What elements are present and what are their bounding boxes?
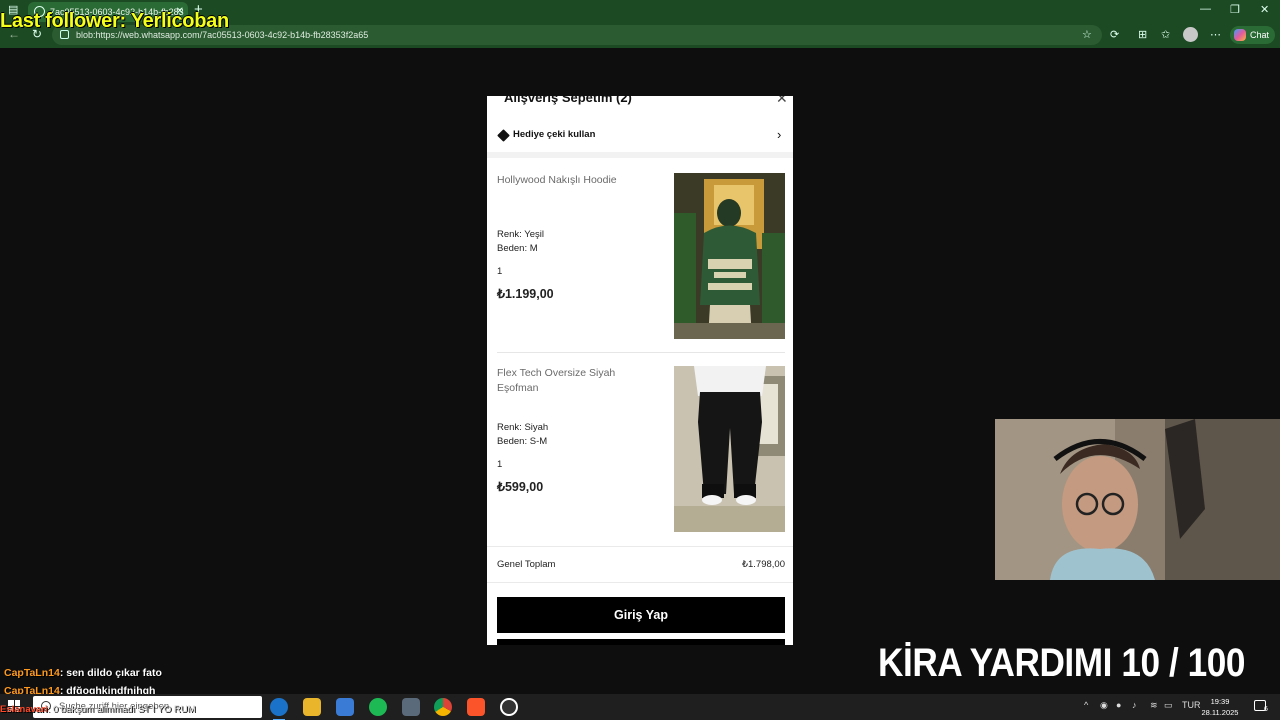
minimize-button[interactable]: — [1200, 3, 1211, 15]
star-icon[interactable]: ☆ [1082, 28, 1092, 41]
product-name[interactable]: Hollywood Nakışlı Hoodie [497, 173, 647, 188]
clock-date: 28.11.2025 [1201, 708, 1239, 717]
product-name[interactable]: Flex Tech Oversize Siyah Eşofman [497, 366, 647, 396]
cart-panel: Alışveriş Sepetim (2) ✕ Hediye çeki kull… [487, 96, 793, 645]
battery-icon[interactable]: ▭ [1164, 700, 1173, 711]
edge-icon[interactable] [270, 698, 288, 720]
close-icon[interactable]: ✕ [776, 96, 788, 107]
product-image-hoodie[interactable] [674, 173, 785, 339]
product-quantity: 1 [497, 459, 503, 470]
gift-card-row[interactable]: Hediye çeki kullan › [487, 122, 793, 152]
brave-icon[interactable] [467, 698, 485, 716]
split-screen-icon[interactable]: ⊞ [1138, 28, 1147, 41]
product-size: Beden: S-M [497, 436, 548, 447]
product-price: ₺599,00 [497, 480, 544, 494]
gift-card-label: Hediye çeki kullan [513, 129, 596, 140]
cart-item: Hollywood Nakışlı Hoodie Renk: Yeşil Bed… [487, 173, 793, 341]
product-size: Beden: M [497, 243, 538, 254]
cart-title: Alışveriş Sepetim (2) [504, 96, 632, 105]
login-button[interactable]: Giriş Yap [497, 597, 785, 633]
product-color: Renk: Siyah [497, 422, 549, 433]
wifi-icon[interactable]: ≋ [1150, 700, 1158, 711]
keyboard-language[interactable]: TUR [1182, 700, 1201, 710]
ticker-username: Eslanavari [0, 704, 48, 715]
rent-support-counter: KİRA YARDIMI 10 / 100 [878, 641, 1246, 685]
product-quantity: 1 [497, 266, 503, 277]
favorites-icon[interactable]: ✩ [1161, 28, 1170, 41]
chevron-right-icon: › [777, 127, 782, 142]
product-price: ₺1.199,00 [497, 287, 554, 301]
chat-username: CapTaLn14 [4, 667, 60, 679]
file-explorer-icon[interactable] [303, 698, 321, 716]
volume-icon[interactable]: ♪ [1132, 700, 1137, 710]
chat-ticker: Eslanavari: 0 bakşum alimmadı ST I YO RU… [0, 704, 196, 715]
last-follower-overlay: Last follower: Yerlicoban [0, 10, 229, 32]
secondary-button[interactable] [497, 639, 785, 645]
microphone-icon[interactable]: ● [1116, 700, 1121, 710]
grand-total-value: ₺1.798,00 [741, 559, 785, 570]
tray-app-icon[interactable]: ◉ [1100, 700, 1108, 711]
store-icon[interactable] [336, 698, 354, 716]
maximize-button[interactable]: ❐ [1230, 3, 1240, 16]
grand-total-label: Genel Toplam [497, 559, 556, 570]
ticker-text: : 0 bakşum alimmadı ST I YO RUM [47, 704, 196, 715]
screen: ▤ 7ac05513-0603-4c92-b14b-fb283 ✕ + — ❐ … [0, 0, 1280, 720]
spotify-icon[interactable] [369, 698, 387, 716]
webcam-overlay [995, 419, 1280, 580]
chevron-up-icon[interactable]: ^ [1084, 700, 1088, 710]
tag-icon [497, 129, 510, 142]
copilot-chat-button[interactable]: Chat [1230, 26, 1276, 44]
product-color: Renk: Yeşil [497, 229, 545, 240]
profile-icon[interactable] [1183, 27, 1198, 42]
close-window-button[interactable]: ✕ [1260, 3, 1269, 16]
section-separator [487, 152, 793, 158]
clock-time: 19:39 [1210, 697, 1230, 706]
product-image-tracksuit[interactable] [674, 366, 785, 532]
calculator-icon[interactable] [402, 698, 420, 716]
obs-icon[interactable] [500, 698, 518, 716]
extensions-icon[interactable]: ⟳ [1110, 28, 1119, 41]
notification-count: 6 [1264, 706, 1268, 713]
total-divider [487, 546, 793, 547]
cart-item: Flex Tech Oversize Siyah Eşofman Renk: S… [487, 366, 793, 534]
total-divider [487, 582, 793, 583]
more-icon[interactable]: ⋯ [1210, 28, 1221, 41]
chat-label: Chat [1250, 30, 1270, 40]
chat-message: CapTaLn14: sen dildo çıkar fato [4, 667, 162, 679]
chat-text: : sen dildo çıkar fato [59, 667, 162, 679]
chrome-icon[interactable] [434, 698, 452, 716]
copilot-icon [1234, 29, 1246, 41]
item-divider [497, 352, 785, 353]
taskbar-clock[interactable]: 19:39 28.11.2025 [1200, 696, 1240, 718]
